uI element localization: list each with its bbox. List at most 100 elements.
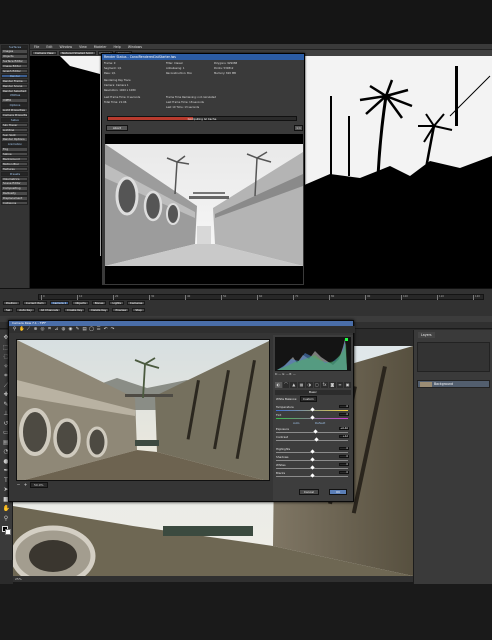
- slider-highlights[interactable]: Highlights 0: [276, 447, 350, 454]
- render-status-title[interactable]: Render Status - CanalRendered1stStarter.…: [102, 54, 304, 60]
- slider-tint[interactable]: Tint 0: [276, 413, 350, 420]
- effects-tab-icon[interactable]: fx: [321, 382, 328, 388]
- adjustment-brush-icon[interactable]: ✎: [75, 327, 80, 332]
- layer-row-background[interactable]: Background: [417, 380, 490, 388]
- slider-value-field[interactable]: +12: [339, 435, 349, 439]
- left-button-17[interactable]: Lighting: [1, 127, 28, 133]
- hsl-tab-icon[interactable]: ▦: [298, 382, 305, 388]
- left-button-3[interactable]: Surface Editor: [1, 59, 28, 64]
- split-toning-tab-icon[interactable]: ◑: [305, 382, 313, 388]
- left-button-28[interactable]: Scene Editor: [1, 181, 28, 186]
- timeline-field-10[interactable]: Create Key: [64, 307, 86, 313]
- left-button-31[interactable]: Displacement: [1, 196, 28, 201]
- left-button-9[interactable]: Render Selected: [1, 88, 28, 93]
- timeline-field-2[interactable]: Camera 1: [49, 300, 70, 306]
- left-button-23[interactable]: Background: [1, 156, 28, 162]
- left-button-22[interactable]: Spline: [1, 152, 28, 157]
- hand-icon[interactable]: ✋: [3, 505, 10, 512]
- white-balance-select[interactable]: Custom: [300, 396, 317, 402]
- left-button-13[interactable]: Light Properties: [1, 108, 28, 113]
- radial-filter-icon[interactable]: ◯: [89, 327, 94, 332]
- spot-removal-icon[interactable]: ◍: [61, 327, 66, 332]
- left-button-25[interactable]: Textures: [1, 166, 28, 172]
- slider-value-field[interactable]: 0: [339, 413, 349, 417]
- camera-calibration-tab-icon[interactable]: ◙: [328, 382, 336, 388]
- timeline-field-9[interactable]: All Channels: [37, 307, 62, 313]
- graduated-filter-icon[interactable]: ▤: [82, 327, 87, 332]
- menu-item-1[interactable]: Edit: [46, 44, 52, 49]
- left-button-4[interactable]: Image Editor: [1, 64, 28, 69]
- red-eye-icon[interactable]: ◉: [68, 327, 73, 332]
- slider-whites[interactable]: Whites 0: [276, 463, 350, 470]
- white-balance-icon[interactable]: ⟋: [26, 327, 31, 332]
- timeline-field-13[interactable]: Step: [132, 307, 145, 313]
- basic-tab-icon[interactable]: ◐: [275, 382, 282, 388]
- lens-tab-icon[interactable]: ▢: [313, 382, 321, 388]
- slider-knob[interactable]: [309, 465, 315, 470]
- slider-knob[interactable]: [309, 457, 315, 462]
- slider-value-field[interactable]: 0: [339, 405, 349, 409]
- slider-value-field[interactable]: 0: [339, 463, 349, 467]
- left-button-32[interactable]: Collisions: [1, 201, 28, 206]
- rotate-left-icon[interactable]: ↶: [103, 327, 108, 332]
- ok-button[interactable]: OK: [329, 489, 347, 495]
- straighten-icon[interactable]: ⊿: [54, 327, 59, 332]
- left-button-1[interactable]: Images: [1, 49, 28, 54]
- timeline-field-6[interactable]: Cameras: [126, 300, 146, 306]
- timeline-field-1[interactable]: Current Item: [22, 300, 47, 306]
- menu-item-3[interactable]: View: [79, 44, 87, 49]
- menu-item-4[interactable]: Modeler: [94, 44, 107, 49]
- left-button-21[interactable]: Fog: [1, 147, 28, 152]
- slider-temperature[interactable]: Temperature 0: [276, 405, 350, 412]
- target-adjust-icon[interactable]: ◎: [40, 327, 45, 332]
- menu-item-2[interactable]: Window: [60, 44, 73, 49]
- left-button-8[interactable]: Render Scene: [1, 83, 28, 89]
- left-button-27[interactable]: Volumetrics: [1, 176, 28, 181]
- slider-value-field[interactable]: 0: [339, 471, 349, 475]
- slider-blacks[interactable]: Blacks 0: [276, 471, 350, 478]
- left-button-29[interactable]: Compositing: [1, 186, 28, 191]
- slider-value-field[interactable]: 0: [339, 455, 349, 459]
- crop-icon[interactable]: ⌗: [47, 327, 52, 332]
- menu-item-0[interactable]: File: [34, 44, 39, 49]
- color-sampler-icon[interactable]: ⊕: [33, 327, 38, 332]
- slider-track[interactable]: [276, 431, 348, 433]
- default-link[interactable]: Default: [315, 421, 325, 425]
- slider-knob[interactable]: [309, 415, 315, 420]
- timeline-field-11[interactable]: Delete Key: [88, 307, 110, 313]
- color-swatches[interactable]: [1, 526, 11, 535]
- auto-link[interactable]: Auto: [293, 421, 300, 425]
- snapshots-tab-icon[interactable]: ▣: [344, 382, 352, 388]
- ps-zoom-status[interactable]: 25%: [15, 577, 22, 581]
- slider-track[interactable]: [276, 439, 348, 441]
- timeline-field-7[interactable]: Sel: [3, 307, 14, 313]
- panel-tab-layers[interactable]: Layers: [418, 332, 435, 338]
- slider-value-field[interactable]: 0: [339, 447, 349, 451]
- viewport-field-1[interactable]: Textured Shaded Solid: [58, 51, 96, 55]
- left-button-2[interactable]: Objects: [1, 54, 28, 59]
- render-zoom-button[interactable]: 1:1: [294, 125, 303, 131]
- left-button-24[interactable]: Motion Blur: [1, 161, 28, 167]
- timeline-field-5[interactable]: Lights: [109, 300, 124, 306]
- timeline-field-0[interactable]: Position: [3, 300, 20, 306]
- abort-button[interactable]: Abort: [106, 125, 128, 131]
- slider-knob[interactable]: [309, 449, 315, 454]
- timeline-field-4[interactable]: Bones: [91, 300, 107, 306]
- zoom-value[interactable]: 50.9%: [30, 482, 48, 488]
- slider-knob[interactable]: [309, 473, 315, 478]
- preferences-icon[interactable]: ☰: [96, 327, 101, 332]
- left-button-18[interactable]: Sun Spot: [1, 132, 28, 137]
- menu-item-5[interactable]: Help: [114, 44, 121, 49]
- zoom-in-icon[interactable]: +: [23, 483, 28, 488]
- hand-icon[interactable]: ✋: [19, 327, 25, 332]
- slider-knob[interactable]: [313, 429, 318, 434]
- rotate-right-icon[interactable]: ↷: [110, 327, 115, 332]
- detail-tab-icon[interactable]: ▲: [290, 382, 298, 388]
- timeline-field-3[interactable]: Objects: [72, 300, 89, 306]
- tone-curve-tab-icon[interactable]: ⌒: [282, 382, 290, 388]
- timeline-field-8[interactable]: Auto Key: [16, 307, 35, 313]
- viewport-field-0[interactable]: Camera View: [32, 51, 57, 55]
- left-button-5[interactable]: Graph Editor: [1, 68, 28, 74]
- zoom-icon[interactable]: ⚲: [3, 515, 10, 522]
- cancel-button[interactable]: Cancel: [299, 489, 319, 495]
